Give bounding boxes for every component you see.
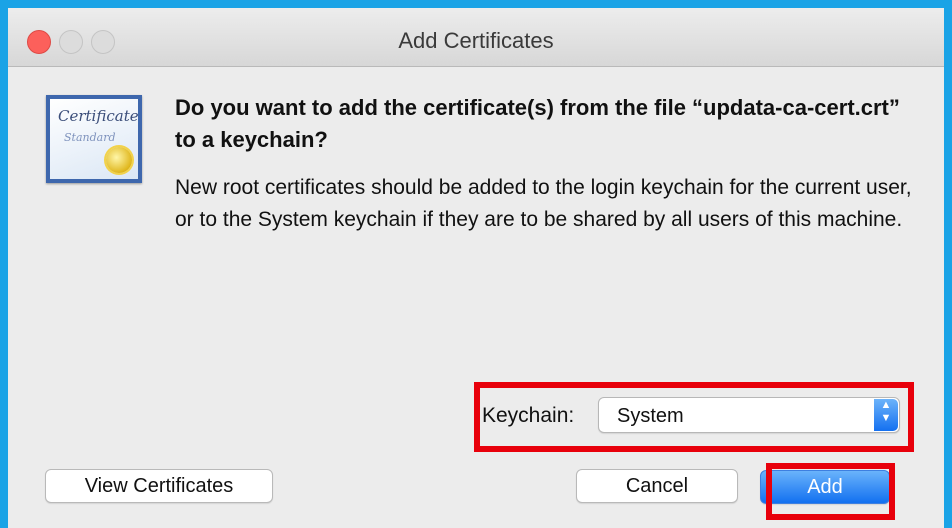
chevron-down-icon: ▼: [880, 412, 892, 424]
certificate-icon-word: Certificate: [58, 107, 139, 125]
keychain-label: Keychain:: [482, 404, 575, 427]
title-bar[interactable]: Add Certificates: [8, 8, 944, 67]
certificate-icon: Certificate Standard: [46, 95, 142, 183]
chevron-up-icon: ▲: [880, 399, 892, 411]
view-certificates-button[interactable]: View Certificates: [45, 469, 273, 503]
add-button-highlight-box: [766, 463, 895, 520]
keychain-select[interactable]: System ▲ ▼: [598, 397, 900, 433]
seal-icon: [106, 147, 132, 173]
dialog-question: Do you want to add the certificate(s) fr…: [175, 95, 900, 152]
keychain-selected-value: System: [617, 405, 684, 427]
cancel-button[interactable]: Cancel: [576, 469, 738, 503]
select-stepper-icon: ▲ ▼: [874, 399, 898, 431]
dialog-description: New root certificates should be added to…: [175, 176, 912, 231]
window-title: Add Certificates: [398, 28, 554, 53]
certificate-icon-subword: Standard: [64, 131, 116, 144]
